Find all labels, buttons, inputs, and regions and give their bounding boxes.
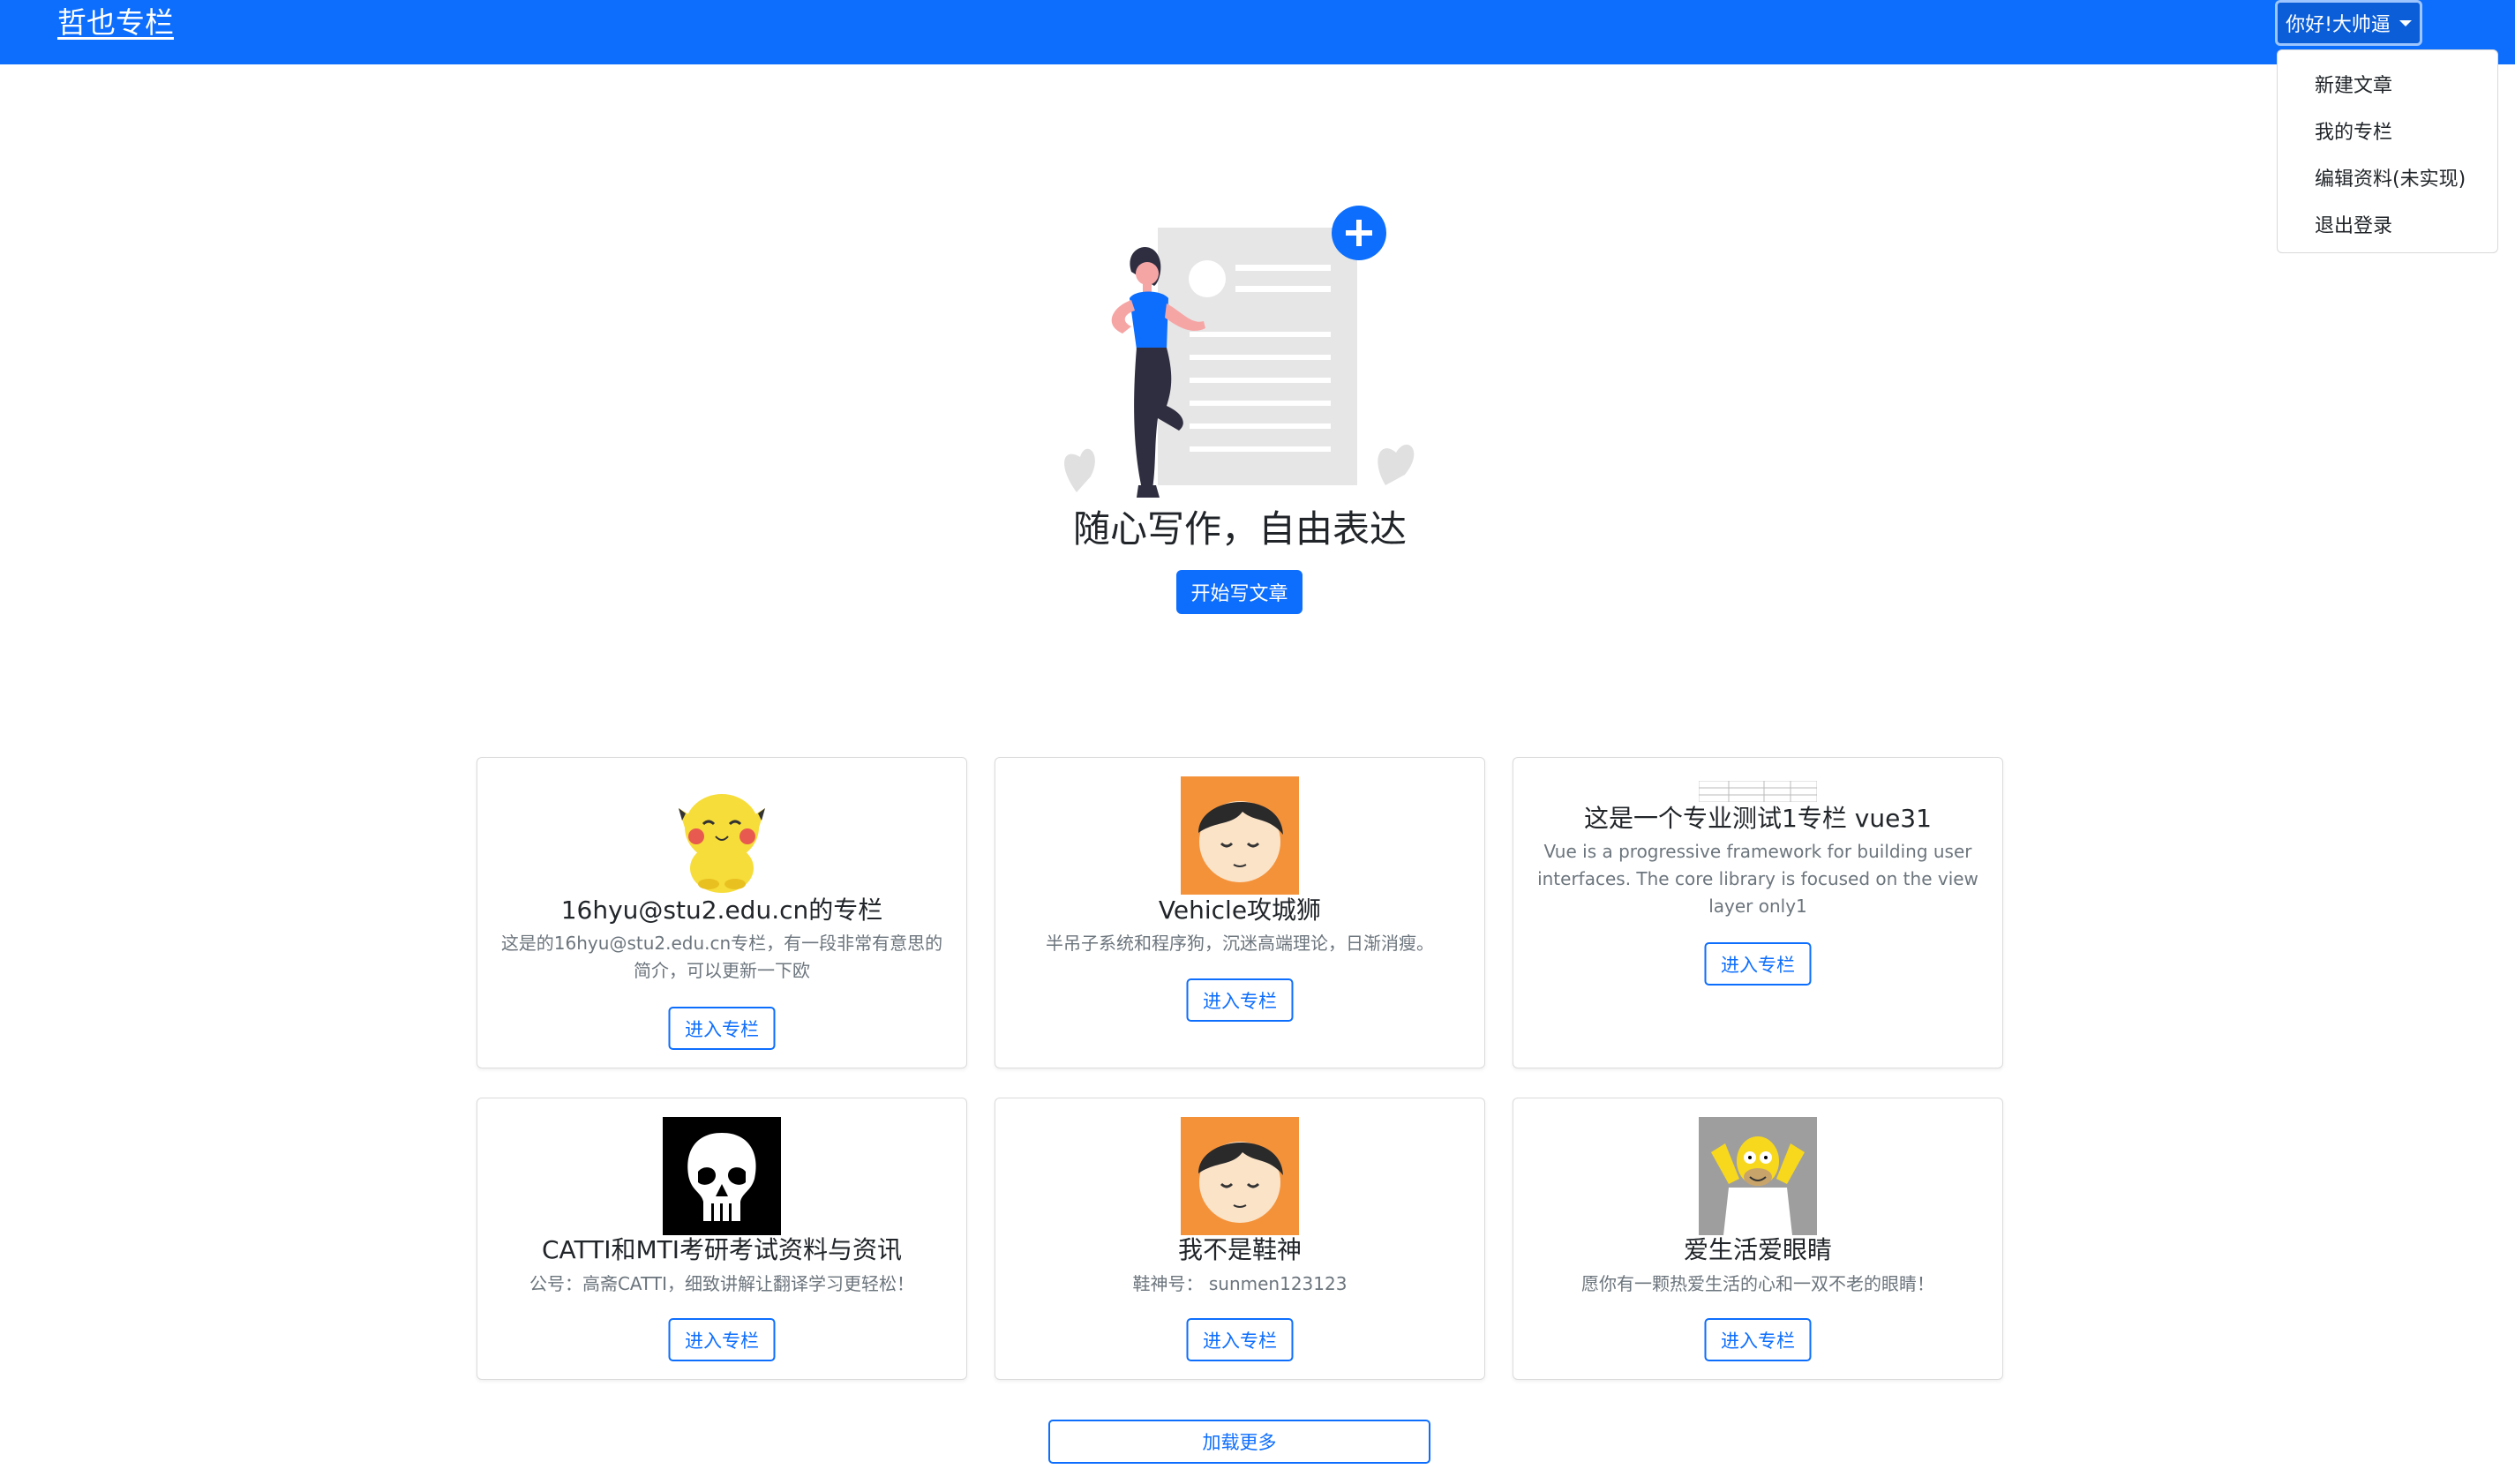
user-menu-toggle[interactable]: 你好!大帅逼 bbox=[2275, 0, 2422, 46]
cartoon-face-avatar bbox=[1181, 1117, 1299, 1235]
column-description: Vue is a progressive framework for build… bbox=[1537, 841, 1978, 917]
column-card: CATTI和MTI考研考试资料与资讯 公号：高斋CATTI，细致讲解让翻译学习更… bbox=[477, 1098, 967, 1380]
enter-column-button[interactable]: 进入专栏 bbox=[668, 1318, 776, 1361]
menu-item-new-article[interactable]: 新建文章 bbox=[2278, 63, 2497, 109]
column-card: 爱生活爱眼睛 愿你有一颗热爱生活的心和一双不老的眼睛！ 进入专栏 bbox=[1513, 1098, 2003, 1380]
pikachu-avatar bbox=[663, 776, 781, 895]
column-title: Vehicle攻城狮 bbox=[1158, 896, 1322, 925]
enter-column-button[interactable]: 进入专栏 bbox=[1186, 1318, 1294, 1361]
homer-avatar bbox=[1699, 1117, 1817, 1235]
enter-column-button[interactable]: 进入专栏 bbox=[1704, 942, 1812, 986]
enter-column-button[interactable]: 进入专栏 bbox=[1186, 978, 1294, 1022]
menu-item-logout[interactable]: 退出登录 bbox=[2278, 203, 2497, 250]
column-card: 这是一个专业测试1专栏 vue31 Vue is a progressive f… bbox=[1513, 757, 2003, 1068]
skull-avatar bbox=[663, 1117, 781, 1235]
writing-woman-illustration bbox=[1050, 201, 1438, 512]
menu-item-edit-profile[interactable]: 编辑资料(未实现) bbox=[2278, 156, 2497, 203]
column-title: 这是一个专业测试1专栏 vue31 bbox=[1584, 804, 1932, 833]
column-description: 鞋神号： sunmen123123 bbox=[1132, 1273, 1348, 1294]
load-more-button[interactable]: 加载更多 bbox=[1048, 1420, 1430, 1464]
brand-logo-link[interactable]: 哲也专栏 bbox=[57, 5, 174, 41]
column-description: 公号：高斋CATTI，细致讲解让翻译学习更轻松！ bbox=[529, 1273, 915, 1294]
menu-item-my-column[interactable]: 我的专栏 bbox=[2278, 109, 2497, 156]
column-description: 愿你有一颗热爱生活的心和一双不老的眼睛！ bbox=[1581, 1273, 1934, 1294]
enter-column-button[interactable]: 进入专栏 bbox=[1704, 1318, 1812, 1361]
column-title: 爱生活爱眼睛 bbox=[1683, 1235, 1832, 1264]
cartoon-face-avatar bbox=[1181, 776, 1299, 895]
column-title: 16hyu@stu2.edu.cn的专栏 bbox=[560, 896, 883, 925]
enter-column-button[interactable]: 进入专栏 bbox=[668, 1007, 776, 1050]
user-greeting-label: 你好!大帅逼 bbox=[2286, 14, 2391, 36]
hero-title: 随心写作，自由表达 bbox=[1072, 507, 1407, 551]
column-title: 我不是鞋神 bbox=[1177, 1235, 1302, 1264]
user-dropdown-menu: 新建文章 我的专栏 编辑资料(未实现) 退出登录 bbox=[2277, 49, 2498, 253]
column-card: 16hyu@stu2.edu.cn的专栏 这是的16hyu@stu2.edu.c… bbox=[477, 757, 967, 1068]
start-writing-button[interactable]: 开始写文章 bbox=[1176, 570, 1303, 614]
column-description: 半吊子系统和程序狗，沉迷高端理论，日渐消瘦。 bbox=[1046, 933, 1434, 954]
column-card: 我不是鞋神 鞋神号： sunmen123123 进入专栏 bbox=[995, 1098, 1485, 1380]
chevron-down-icon bbox=[2399, 19, 2412, 26]
column-title: CATTI和MTI考研考试资料与资讯 bbox=[541, 1235, 903, 1264]
document-thumbnail-avatar bbox=[1698, 780, 1818, 803]
column-card: Vehicle攻城狮 半吊子系统和程序狗，沉迷高端理论，日渐消瘦。 进入专栏 bbox=[995, 757, 1485, 1068]
top-navbar: 哲也专栏 你好!大帅逼 bbox=[0, 0, 2515, 64]
column-description: 这是的16hyu@stu2.edu.cn专栏，有一段非常有意思的简介，可以更新一… bbox=[500, 933, 943, 981]
